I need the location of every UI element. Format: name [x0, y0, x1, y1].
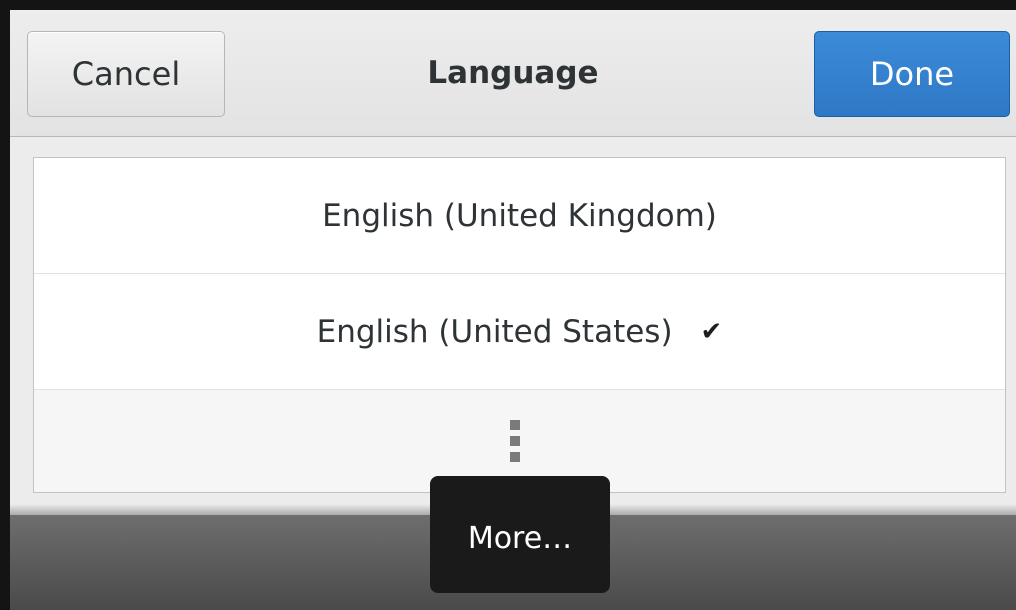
language-list: English (United Kingdom) English (United…: [33, 157, 1006, 493]
dialog-header: Cancel Language Done: [10, 10, 1016, 137]
language-option-en-gb[interactable]: English (United Kingdom): [34, 158, 1005, 274]
language-option-en-us[interactable]: English (United States) ✔: [34, 274, 1005, 390]
cancel-button[interactable]: Cancel: [27, 31, 225, 117]
done-button[interactable]: Done: [814, 31, 1010, 117]
vertical-ellipsis-icon: [510, 420, 520, 462]
more-tooltip: More…: [430, 476, 610, 593]
checkmark-icon: ✔: [700, 316, 723, 347]
window-frame: Cancel Language Done English (United Kin…: [0, 0, 1016, 610]
language-dialog: Cancel Language Done English (United Kin…: [10, 10, 1016, 610]
language-option-label: English (United States): [316, 313, 673, 350]
language-option-label: English (United Kingdom): [322, 197, 717, 234]
